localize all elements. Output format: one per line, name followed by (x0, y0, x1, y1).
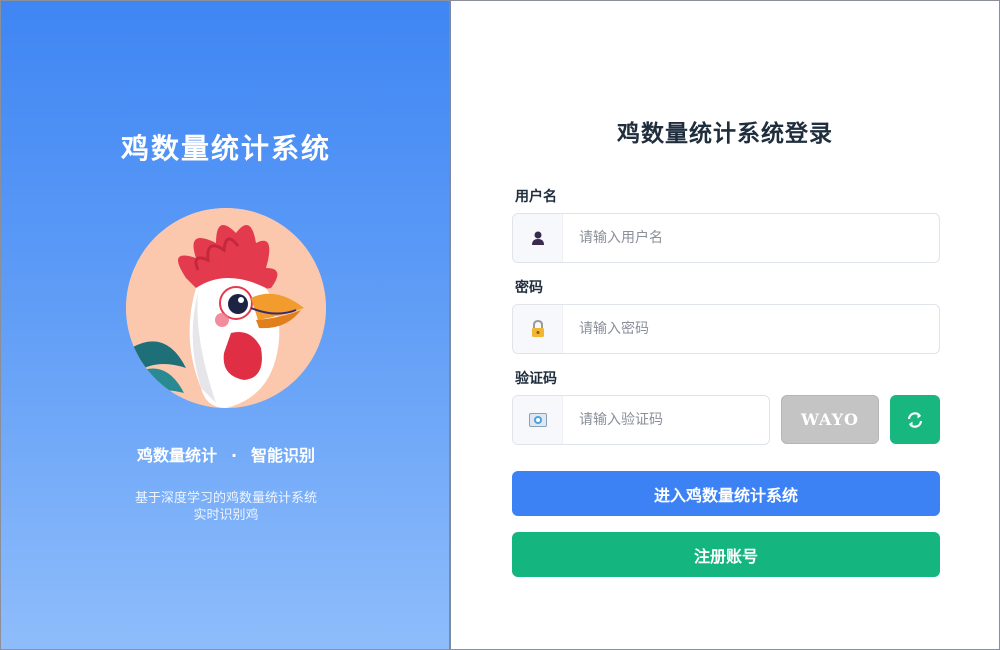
username-label: 用户名 (515, 189, 557, 205)
brand-panel: 鸡数量统计系统 鸡数量统计 · 智能识别 基于深度学习的鸡数量统计系统 实时识别… (1, 1, 451, 649)
password-input-group (512, 304, 940, 354)
brand-tagline: 鸡数量统计 · 智能识别 (1, 442, 451, 466)
lock-icon (513, 305, 563, 353)
username-input-group (512, 213, 940, 263)
login-panel: 鸡数量统计系统登录 用户名 密码 (453, 1, 999, 649)
app-window: 鸡数量统计系统 鸡数量统计 · 智能识别 基于深度学习的鸡数量统计系统 实时识别… (0, 0, 1000, 650)
tagline-left: 鸡数量统计 (136, 446, 217, 465)
captcha-input-group (512, 395, 770, 445)
captcha-card-icon (513, 396, 563, 444)
captcha-image[interactable]: WAYO (781, 395, 879, 444)
description-line-1: 基于深度学习的鸡数量统计系统 (134, 491, 317, 506)
captcha-label: 验证码 (515, 371, 557, 387)
tagline-separator: · (230, 446, 238, 465)
rooster-illustration (126, 208, 326, 408)
captcha-input[interactable] (579, 396, 759, 444)
refresh-captcha-button[interactable] (890, 395, 940, 444)
password-input[interactable] (579, 305, 929, 353)
user-icon (513, 214, 563, 262)
tagline-right: 智能识别 (251, 446, 316, 465)
rooster-logo (126, 208, 326, 408)
login-button[interactable]: 进入鸡数量统计系统 (512, 471, 940, 516)
brand-description: 基于深度学习的鸡数量统计系统 实时识别鸡 (1, 490, 451, 524)
login-title: 鸡数量统计系统登录 (617, 120, 833, 147)
password-label: 密码 (515, 280, 543, 296)
register-button[interactable]: 注册账号 (512, 532, 940, 577)
brand-title: 鸡数量统计系统 (120, 132, 331, 165)
refresh-icon (907, 411, 923, 428)
username-input[interactable] (579, 214, 929, 262)
description-line-2: 实时识别鸡 (193, 508, 259, 523)
